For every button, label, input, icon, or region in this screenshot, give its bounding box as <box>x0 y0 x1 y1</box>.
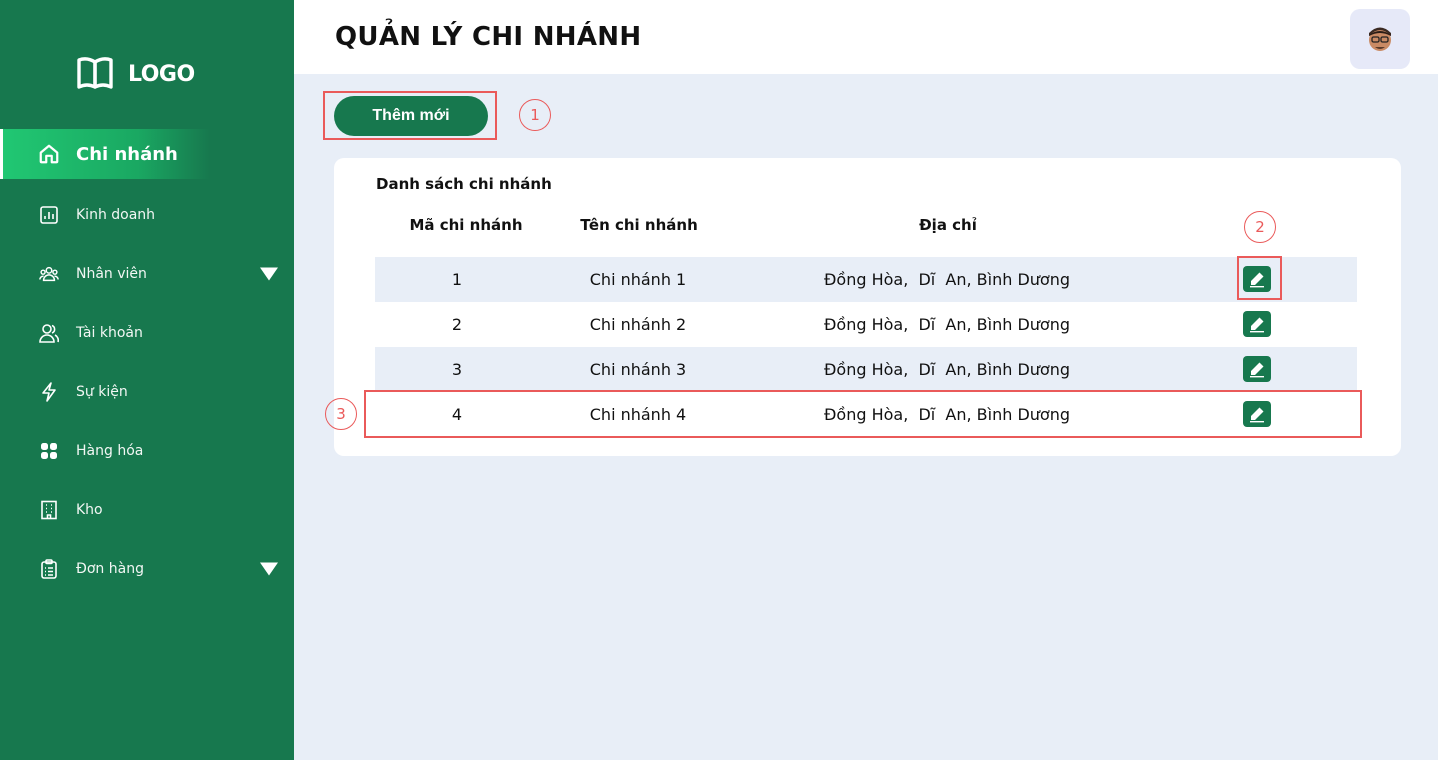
sidebar-item-label: Nhân viên <box>76 266 147 282</box>
user-account-icon <box>38 322 60 344</box>
edit-button[interactable] <box>1243 356 1271 382</box>
sidebar-item-don-hang[interactable]: Đơn hàng <box>0 544 294 594</box>
pencil-icon <box>1250 317 1264 333</box>
caret-down-icon[interactable] <box>260 267 278 281</box>
annotation-box-3 <box>364 390 1362 438</box>
sidebar-item-label: Kinh doanh <box>76 207 156 223</box>
sidebar: LOGO Chi nhánh Kinh doanh Nhân viên Tài … <box>0 0 294 760</box>
logo[interactable]: LOGO <box>76 56 195 92</box>
sidebar-item-label: Chi nhánh <box>76 143 178 165</box>
sidebar-item-su-kien[interactable]: Sự kiện <box>0 367 294 417</box>
lightning-icon <box>38 381 60 403</box>
cell-address: Đồng Hòa, Dĩ An, Bình Dương <box>824 360 1070 379</box>
building-icon <box>38 499 60 521</box>
table-title: Danh sách chi nhánh <box>376 175 552 193</box>
sidebar-item-label: Hàng hóa <box>76 443 144 459</box>
sidebar-item-label: Sự kiện <box>76 384 128 400</box>
users-icon <box>38 263 60 285</box>
cell-code: 3 <box>451 360 463 379</box>
column-header-name: Tên chi nhánh <box>580 216 698 234</box>
logo-text: LOGO <box>128 61 195 87</box>
sidebar-item-kho[interactable]: Kho <box>0 485 294 535</box>
pencil-icon <box>1250 362 1264 378</box>
avatar[interactable] <box>1350 9 1410 69</box>
table-row[interactable]: 1 Chi nhánh 1 Đồng Hòa, Dĩ An, Bình Dươn… <box>375 257 1357 302</box>
home-icon <box>38 143 60 165</box>
book-logo-icon <box>77 57 113 89</box>
annotation-box-2 <box>1237 256 1282 300</box>
column-header-address: Địa chỉ <box>919 216 977 234</box>
annotation-marker-2: 2 <box>1244 211 1276 243</box>
add-branch-button[interactable]: Thêm mới <box>334 96 488 136</box>
avatar-face-icon <box>1369 27 1391 51</box>
sidebar-item-chi-nhanh[interactable]: Chi nhánh <box>0 129 250 179</box>
page-title: QUẢN LÝ CHI NHÁNH <box>335 22 642 52</box>
edit-button[interactable] <box>1243 311 1271 337</box>
sidebar-item-tai-khoan[interactable]: Tài khoản <box>0 308 294 358</box>
chart-icon <box>38 204 60 226</box>
sidebar-item-label: Tài khoản <box>76 325 143 341</box>
annotation-marker-1: 1 <box>519 99 551 131</box>
cell-code: 1 <box>451 270 463 289</box>
sidebar-item-label: Kho <box>76 502 103 518</box>
cell-address: Đồng Hòa, Dĩ An, Bình Dương <box>824 315 1070 334</box>
sidebar-item-hang-hoa[interactable]: Hàng hóa <box>0 426 294 476</box>
table-row[interactable]: 2 Chi nhánh 2 Đồng Hòa, Dĩ An, Bình Dươn… <box>375 302 1357 347</box>
cell-code: 2 <box>451 315 463 334</box>
cell-address: Đồng Hòa, Dĩ An, Bình Dương <box>824 270 1070 289</box>
caret-down-icon[interactable] <box>260 562 278 576</box>
clipboard-icon <box>38 558 60 580</box>
cell-name: Chi nhánh 2 <box>589 315 687 334</box>
column-header-code: Mã chi nhánh <box>409 216 523 234</box>
annotation-marker-3: 3 <box>325 398 357 430</box>
grid-icon <box>38 440 60 462</box>
sidebar-item-kinh-doanh[interactable]: Kinh doanh <box>0 190 294 240</box>
sidebar-item-label: Đơn hàng <box>76 561 144 577</box>
cell-name: Chi nhánh 3 <box>589 360 687 379</box>
sidebar-item-nhan-vien[interactable]: Nhân viên <box>0 249 294 299</box>
header: QUẢN LÝ CHI NHÁNH <box>294 0 1438 74</box>
cell-name: Chi nhánh 1 <box>589 270 687 289</box>
table-row[interactable]: 3 Chi nhánh 3 Đồng Hòa, Dĩ An, Bình Dươn… <box>375 347 1357 392</box>
